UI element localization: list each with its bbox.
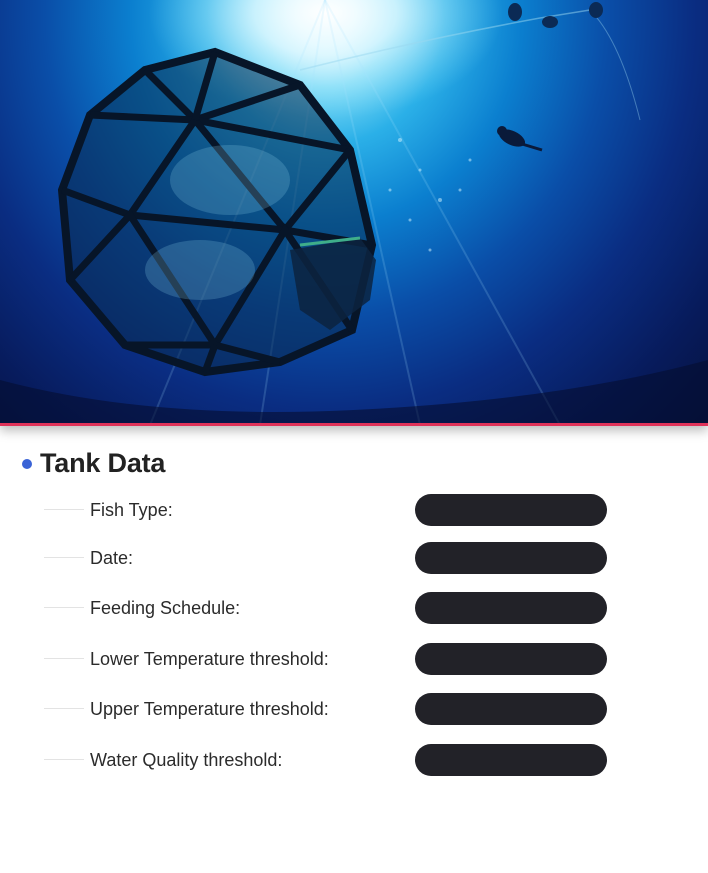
field-row-date: Date: [44,542,624,574]
field-row-water-quality: Water Quality threshold: [44,744,624,776]
field-connector-line [44,759,84,760]
hero-divider [0,423,708,426]
fish-type-input[interactable] [415,494,607,526]
field-row-lower-temperature: Lower Temperature threshold: [44,643,624,675]
field-label-water-quality: Water Quality threshold: [90,750,283,770]
field-connector-line [44,708,84,709]
upper-temperature-input[interactable] [415,693,607,725]
field-label-upper-temperature: Upper Temperature threshold: [90,699,329,719]
date-input[interactable] [415,542,607,574]
section-title: Tank Data [40,448,166,478]
field-row-feeding-schedule: Feeding Schedule: [44,592,624,624]
field-label-fish-type: Fish Type: [90,500,173,520]
lower-temperature-input[interactable] [415,643,607,675]
field-label-lower-temperature: Lower Temperature threshold: [90,649,329,669]
field-connector-line [44,509,84,510]
field-connector-line [44,607,84,608]
bullet-dot-icon [22,458,32,469]
field-connector-line [44,557,84,558]
field-label-date: Date: [90,548,134,568]
water-quality-input[interactable] [415,744,607,776]
field-row-upper-temperature: Upper Temperature threshold: [44,693,624,725]
field-label-feeding-schedule: Feeding Schedule: [90,598,241,618]
hero-image [0,0,708,425]
tank-data-page: Tank Data Fish Type: Date: Feeding Sched… [0,0,708,873]
field-connector-line [44,658,84,659]
feeding-schedule-input[interactable] [415,592,607,624]
section-header: Tank Data [22,448,165,479]
underwater-cage-illustration [0,0,708,425]
field-row-fish-type: Fish Type: [44,494,624,526]
